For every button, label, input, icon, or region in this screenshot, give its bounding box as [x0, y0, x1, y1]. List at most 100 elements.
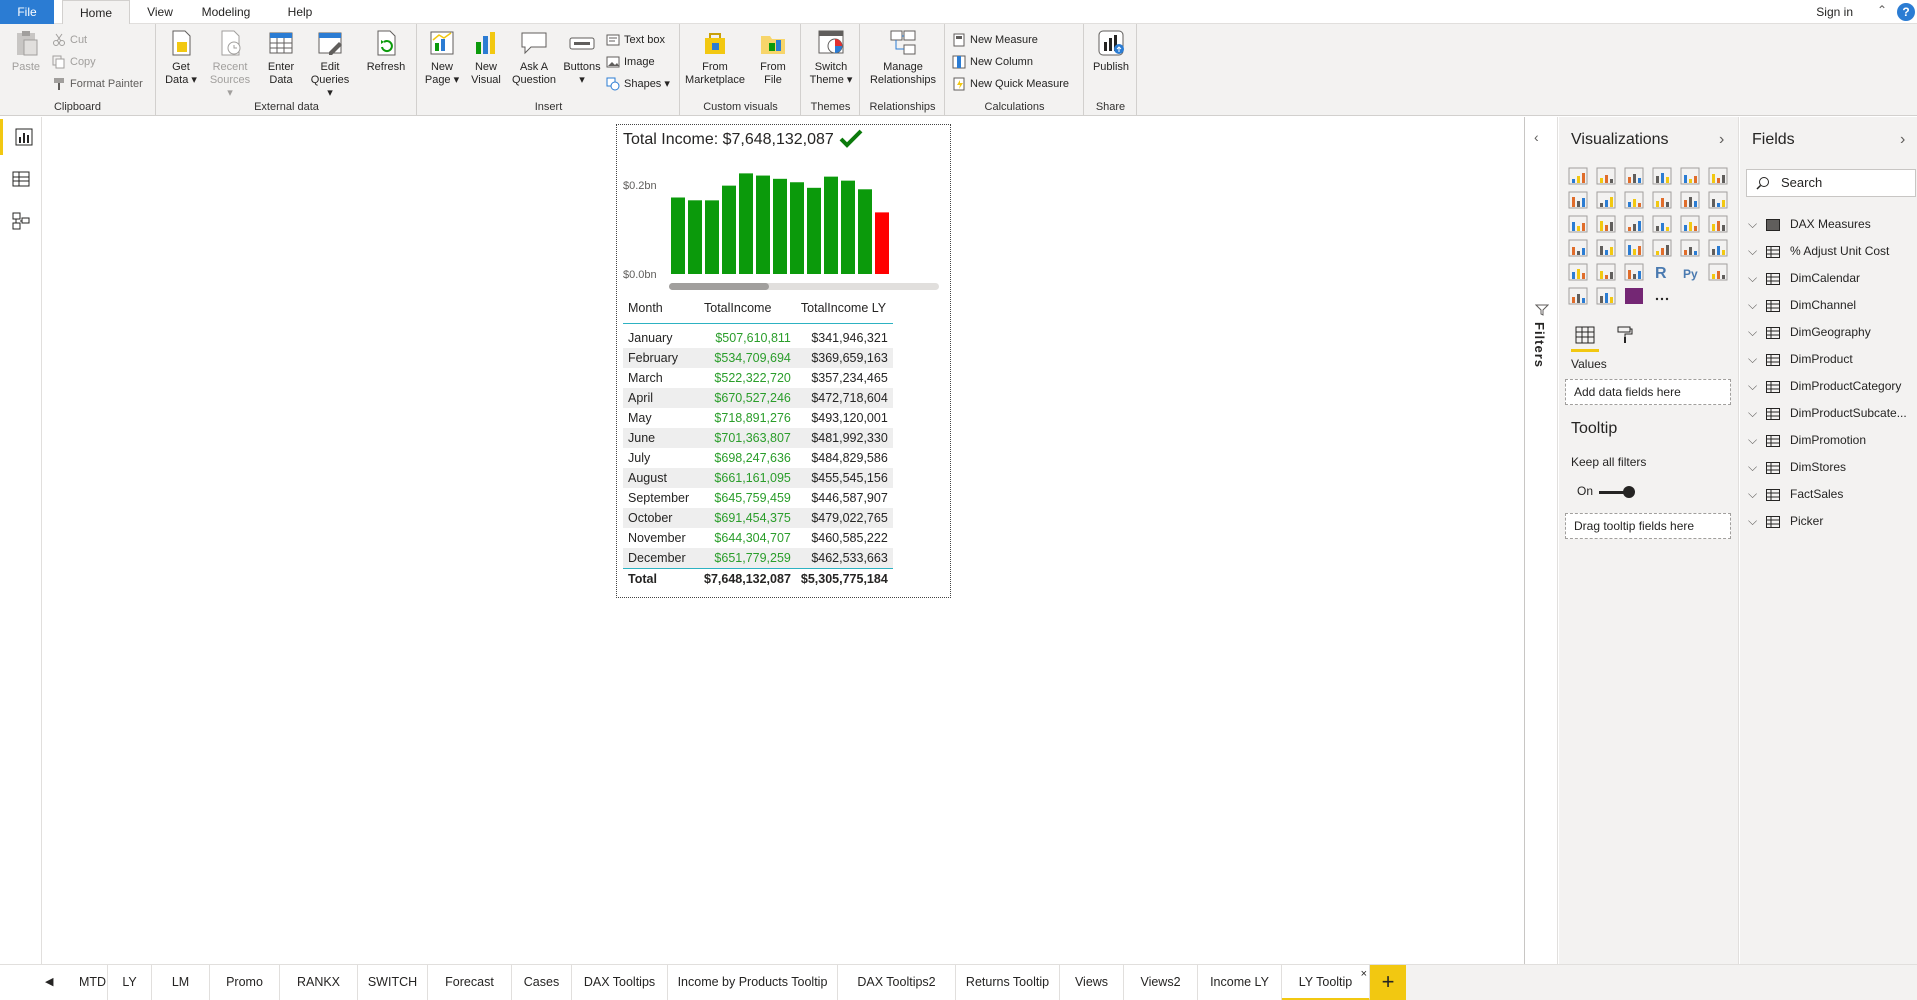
ask-question-button[interactable]: Ask A Question	[510, 28, 558, 87]
bar-february[interactable]	[688, 200, 702, 274]
field-table-item[interactable]: ⌵ DimProduct	[1748, 348, 1853, 370]
text-box-button[interactable]: Text box	[606, 30, 665, 50]
collapse-fields-chevron-icon[interactable]: ›	[1900, 131, 1905, 149]
shapes-button[interactable]: Shapes ▾	[606, 74, 670, 94]
field-table-item[interactable]: ⌵ DimProductCategory	[1748, 375, 1901, 397]
matrix-icon[interactable]	[1624, 263, 1652, 287]
stacked-bar-chart-icon[interactable]	[1568, 167, 1596, 191]
refresh-button[interactable]: Refresh	[363, 28, 409, 74]
bar-august[interactable]	[790, 182, 804, 274]
page-tab-promo[interactable]: Promo	[210, 965, 280, 1000]
bar-october[interactable]	[824, 176, 838, 274]
field-table-item[interactable]: ⌵ FactSales	[1748, 483, 1843, 505]
field-table-item[interactable]: ⌵ Picker	[1748, 510, 1823, 532]
page-tab-income-ly[interactable]: Income LY	[1198, 965, 1282, 1000]
table-icon[interactable]	[1596, 263, 1624, 287]
new-visual-button[interactable]: New Visual	[466, 28, 506, 87]
page-tab-dax-tooltips[interactable]: DAX Tooltips	[572, 965, 668, 1000]
table-row[interactable]: November $644,304,707 $460,585,222	[623, 528, 893, 548]
expand-chevron-icon[interactable]: ⌵	[1748, 240, 1762, 262]
close-tab-icon[interactable]: ×	[1361, 957, 1367, 991]
field-table-item[interactable]: ⌵ DAX Measures	[1748, 213, 1871, 235]
page-tab-switch[interactable]: SWITCH	[358, 965, 428, 1000]
keep-filters-toggle-knob[interactable]	[1623, 486, 1635, 498]
page-tab-income-by-products-tooltip[interactable]: Income by Products Tooltip	[668, 965, 838, 1000]
filters-pane-collapsed[interactable]: ‹ Filters	[1526, 117, 1558, 964]
page-tab-forecast[interactable]: Forecast	[428, 965, 512, 1000]
map-icon[interactable]	[1568, 239, 1596, 263]
cut-button[interactable]: Cut	[52, 30, 87, 50]
expand-chevron-icon[interactable]: ⌵	[1748, 321, 1762, 343]
kpi-icon[interactable]	[1708, 239, 1736, 263]
from-file-button[interactable]: From File	[751, 28, 795, 87]
expand-chevron-icon[interactable]: ⌵	[1748, 456, 1762, 478]
bar-total[interactable]	[875, 212, 889, 274]
help-icon[interactable]: ?	[1897, 3, 1915, 21]
field-table-item[interactable]: ⌵ DimChannel	[1748, 294, 1856, 316]
menu-tab-file[interactable]: File	[0, 0, 54, 24]
multi-row-card-icon[interactable]	[1680, 239, 1708, 263]
menu-tab-view[interactable]: View	[140, 0, 180, 24]
area-chart-icon[interactable]	[1596, 191, 1624, 215]
chart-scrollbar[interactable]	[669, 283, 939, 290]
table-row[interactable]: April $670,527,246 $472,718,604	[623, 388, 893, 408]
decomposition-tree-icon[interactable]	[1568, 287, 1596, 311]
page-tab-returns-tooltip[interactable]: Returns Tooltip	[956, 965, 1060, 1000]
field-table-item[interactable]: ⌵ DimStores	[1748, 456, 1846, 478]
format-painter-button[interactable]: Format Painter	[52, 74, 143, 94]
header-totalincome-ly[interactable]: TotalIncome LY	[795, 295, 893, 324]
data-view-button[interactable]	[0, 161, 42, 197]
page-tab-views[interactable]: Views	[1060, 965, 1124, 1000]
recent-sources-button[interactable]: Recent Sources ▾	[207, 28, 253, 100]
expand-chevron-icon[interactable]: ⌵	[1748, 510, 1762, 532]
table-row[interactable]: March $522,322,720 $357,234,465	[623, 368, 893, 388]
from-marketplace-button[interactable]: From Marketplace	[685, 28, 745, 87]
table-row[interactable]: October $691,454,375 $479,022,765	[623, 508, 893, 528]
page-tab-mtd[interactable]: MTD	[78, 965, 108, 1000]
table-row[interactable]: July $698,247,636 $484,829,586	[623, 448, 893, 468]
field-table-item[interactable]: ⌵ % Adjust Unit Cost	[1748, 240, 1889, 262]
ribbon-chart-icon[interactable]	[1708, 191, 1736, 215]
switch-theme-button[interactable]: Switch Theme ▾	[806, 28, 856, 87]
clustered-column-chart-icon[interactable]	[1652, 167, 1680, 191]
gauge-icon[interactable]	[1624, 239, 1652, 263]
key-influencers-icon[interactable]	[1708, 263, 1736, 287]
table-row[interactable]: December $651,779,259 $462,533,663	[623, 548, 893, 569]
bar-may[interactable]	[739, 173, 753, 274]
table-row[interactable]: May $718,891,276 $493,120,001	[623, 408, 893, 428]
buttons-button[interactable]: Buttons ▾	[560, 28, 604, 87]
bar-december[interactable]	[858, 189, 872, 274]
image-button[interactable]: Image	[606, 52, 655, 72]
expand-chevron-icon[interactable]: ⌵	[1748, 294, 1762, 316]
field-table-item[interactable]: ⌵ DimProductSubcate...	[1748, 402, 1907, 424]
table-row[interactable]: August $661,161,095 $455,545,156	[623, 468, 893, 488]
line-column-chart-icon[interactable]	[1652, 191, 1680, 215]
tooltip-fields-well[interactable]: Drag tooltip fields here	[1565, 513, 1731, 539]
stacked-column-chart-icon[interactable]	[1596, 167, 1624, 191]
scatter-chart-icon[interactable]	[1624, 215, 1652, 239]
expand-chevron-icon[interactable]: ⌵	[1748, 348, 1762, 370]
bar-september[interactable]	[807, 187, 821, 274]
card-icon[interactable]	[1652, 239, 1680, 263]
page-tab-ly-tooltip[interactable]: LY Tooltip ×	[1282, 965, 1370, 1000]
table-row[interactable]: February $534,709,694 $369,659,163	[623, 348, 893, 368]
scroll-tabs-left-icon[interactable]: ◀	[45, 975, 53, 988]
get-data-button[interactable]: Get Data ▾	[161, 28, 201, 87]
field-table-item[interactable]: ⌵ DimCalendar	[1748, 267, 1860, 289]
expand-filters-chevron-icon[interactable]: ‹	[1534, 129, 1539, 145]
line-chart-icon[interactable]	[1568, 191, 1596, 215]
filled-map-icon[interactable]	[1596, 239, 1624, 263]
fields-tab[interactable]	[1571, 322, 1599, 352]
menu-tab-home[interactable]: Home	[62, 0, 130, 25]
new-measure-button[interactable]: New Measure	[952, 30, 1038, 50]
menu-tab-help[interactable]: Help	[280, 0, 320, 24]
expand-chevron-icon[interactable]: ⌵	[1748, 483, 1762, 505]
page-tab-cases[interactable]: Cases	[512, 965, 572, 1000]
publish-button[interactable]: Publish	[1089, 28, 1133, 74]
menu-tab-modeling[interactable]: Modeling	[194, 0, 258, 24]
donut-chart-icon[interactable]	[1680, 215, 1708, 239]
table-row[interactable]: June $701,363,807 $481,992,330	[623, 428, 893, 448]
values-well[interactable]: Add data fields here	[1565, 379, 1731, 405]
waterfall-chart-icon[interactable]	[1568, 215, 1596, 239]
page-tab-ly[interactable]: LY	[108, 965, 152, 1000]
